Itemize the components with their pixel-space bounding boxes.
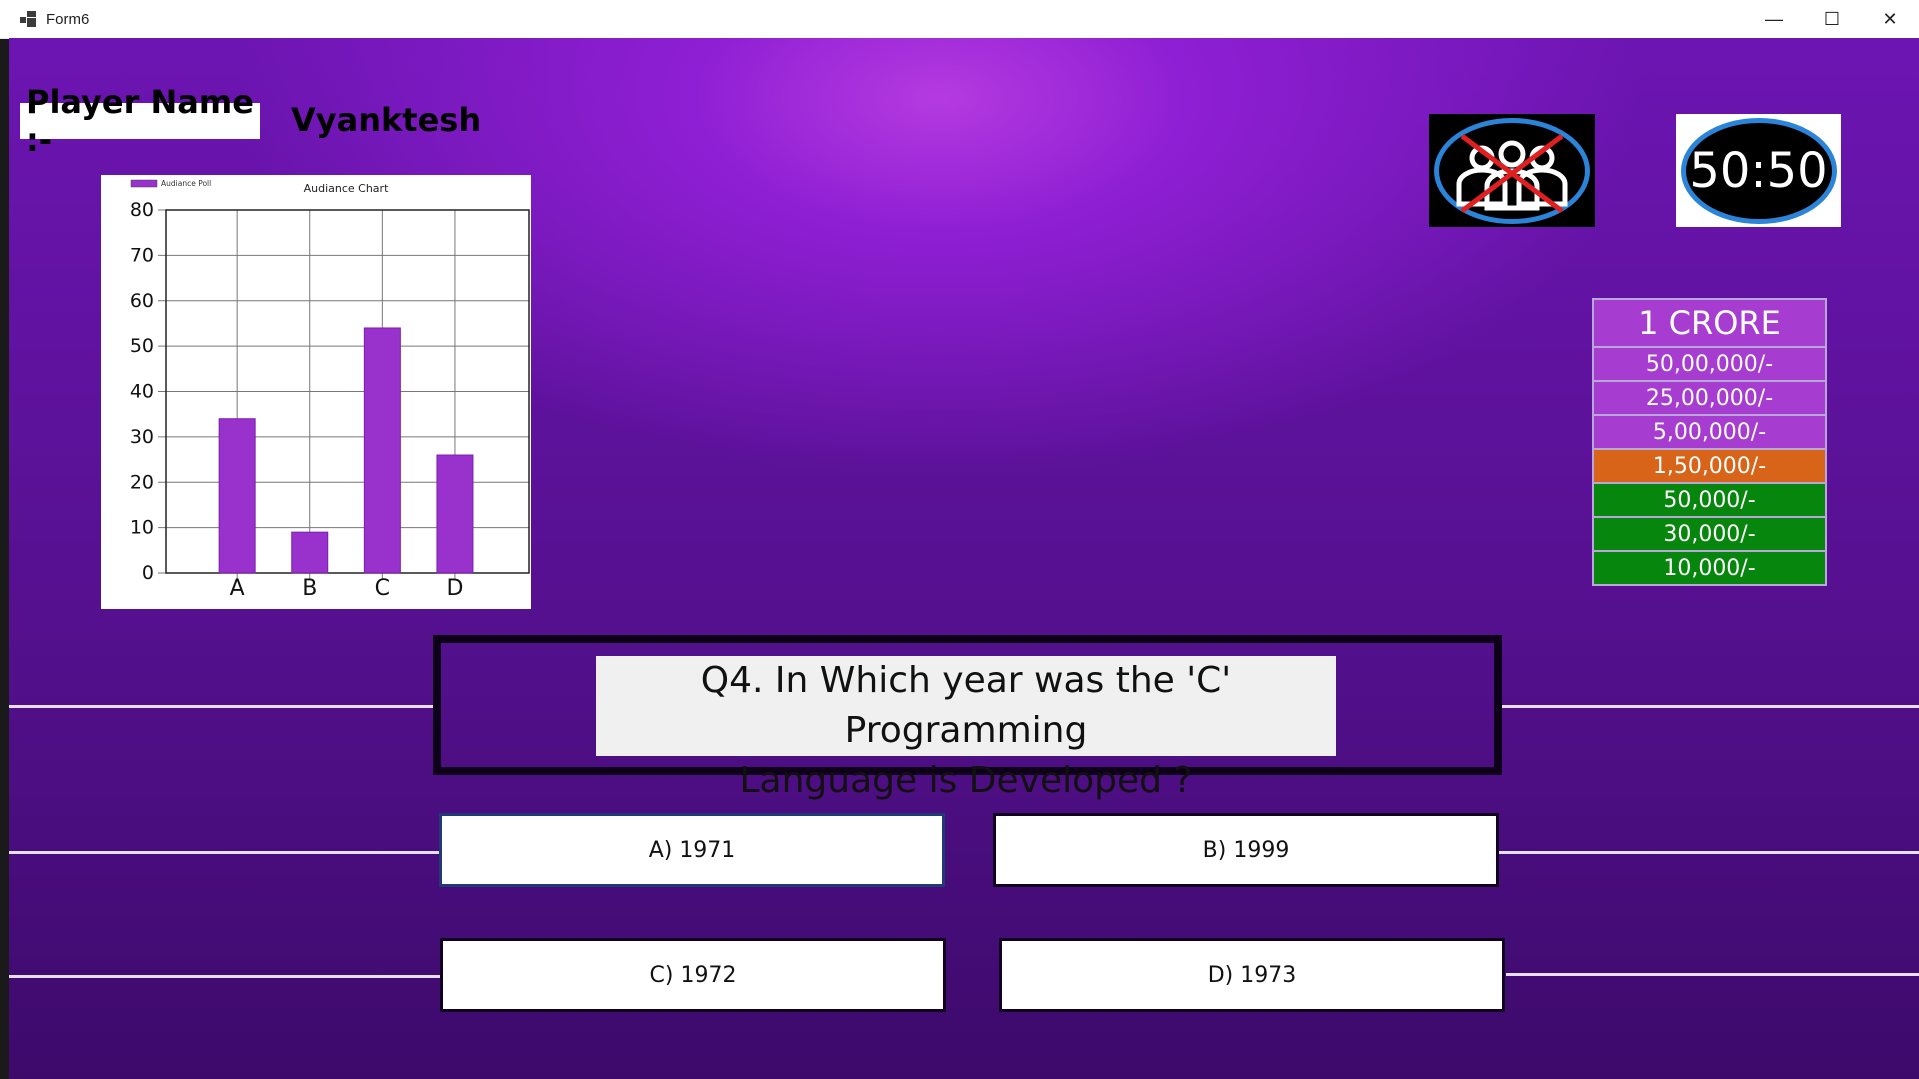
prize-level: 25,00,000/- bbox=[1594, 380, 1825, 414]
option-c-button[interactable]: C) 1972 bbox=[440, 938, 946, 1012]
stage-line bbox=[9, 705, 434, 708]
bar-b bbox=[291, 531, 329, 574]
prize-level: 1,50,000/- bbox=[1594, 448, 1825, 482]
stage-line bbox=[9, 975, 441, 978]
legend-label: Audiance Poll bbox=[161, 179, 211, 188]
prize-level: 30,000/- bbox=[1594, 516, 1825, 550]
prize-level: 10,000/- bbox=[1594, 550, 1825, 584]
question-line-1: Q4. In Which year was the 'C' Programmin… bbox=[700, 660, 1232, 751]
bar-a bbox=[218, 418, 256, 574]
y-tick-label: 50 bbox=[130, 335, 154, 357]
question-line-2: Language is Developed ? bbox=[739, 760, 1193, 801]
stage-line bbox=[1506, 973, 1919, 976]
minimize-button[interactable]: — bbox=[1745, 0, 1803, 38]
prize-level: 50,00,000/- bbox=[1594, 346, 1825, 380]
y-tick-label: 80 bbox=[130, 199, 154, 221]
prize-level: 50,000/- bbox=[1594, 482, 1825, 516]
y-tick-label: 10 bbox=[130, 517, 154, 539]
y-tick-label: 60 bbox=[130, 290, 154, 312]
prize-ladder: 1 CRORE 50,00,000/- 25,00,000/- 5,00,000/- 1… bbox=[1592, 298, 1827, 586]
bar-c bbox=[363, 327, 401, 574]
player-name-label: Player Name :- bbox=[20, 83, 260, 159]
prize-level: 5,00,000/- bbox=[1594, 414, 1825, 448]
y-tick-label: 0 bbox=[142, 562, 154, 584]
legend-swatch bbox=[130, 179, 158, 188]
window-title: Form6 bbox=[46, 10, 90, 28]
y-tick-label: 40 bbox=[130, 381, 154, 403]
app-icon bbox=[20, 11, 36, 27]
title-bar: Form6 — ☐ ✕ bbox=[0, 0, 1919, 39]
question-text: Q4. In Which year was the 'C' Programmin… bbox=[596, 656, 1336, 801]
fifty-fifty-lifeline-ring: 50:50 bbox=[1680, 117, 1837, 224]
y-tick-label: 70 bbox=[130, 244, 154, 266]
option-d-button[interactable]: D) 1973 bbox=[999, 938, 1505, 1012]
audience-lifeline-ring bbox=[1434, 117, 1590, 224]
stage-line bbox=[1501, 705, 1919, 708]
bar-d bbox=[436, 454, 474, 574]
close-button[interactable]: ✕ bbox=[1861, 0, 1919, 38]
prize-level: 1 CRORE bbox=[1594, 300, 1825, 346]
audience-chart-svg: Audiance Poll Audiance Chart 0 10 20 30 40 50 60… bbox=[130, 179, 530, 601]
x-tick-label: B bbox=[302, 576, 317, 601]
maximize-button[interactable]: ☐ bbox=[1803, 0, 1861, 38]
option-b-button[interactable]: B) 1999 bbox=[993, 813, 1499, 887]
option-a-button[interactable]: A) 1971 bbox=[439, 813, 945, 887]
audience-chart: Audiance Poll Audiance Chart 0 10 20 30 40 50 60… bbox=[101, 175, 531, 609]
x-tick-label: A bbox=[230, 576, 245, 601]
audience-poll-lifeline-button[interactable] bbox=[1429, 114, 1595, 227]
player-name-value: Vyanktesh bbox=[291, 101, 482, 139]
y-tick-label: 20 bbox=[130, 471, 154, 493]
stage-line bbox=[1499, 851, 1919, 854]
audience-used-icon bbox=[1456, 133, 1568, 213]
fifty-fifty-lifeline-button[interactable]: 50:50 bbox=[1676, 114, 1841, 227]
x-tick-label: C bbox=[375, 576, 390, 601]
fifty-fifty-label: 50:50 bbox=[1689, 142, 1828, 199]
y-tick-label: 30 bbox=[130, 426, 154, 448]
stage-line bbox=[9, 851, 439, 854]
game-stage: Player Name :- Vyanktesh Audiance Poll Au… bbox=[9, 38, 1919, 1079]
chart-title: Audiance Chart bbox=[304, 182, 389, 195]
x-tick-label: D bbox=[446, 576, 463, 601]
